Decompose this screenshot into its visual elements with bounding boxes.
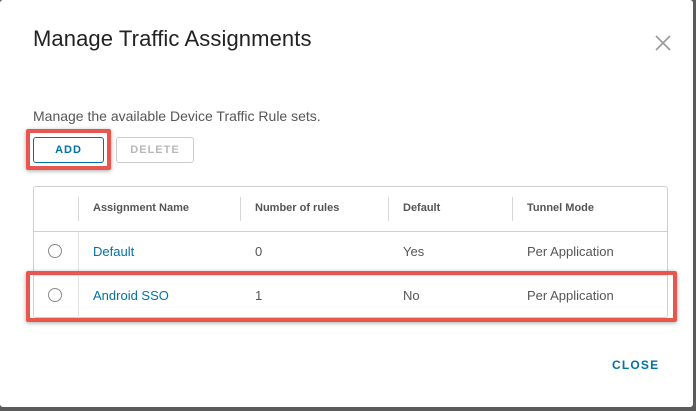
number-of-rules-cell: 0: [255, 244, 263, 259]
column-header-assignment-name[interactable]: Assignment Name: [93, 202, 189, 214]
default-cell: No: [403, 288, 420, 303]
column-separator: [240, 197, 241, 221]
assignment-name-link[interactable]: Android SSO: [93, 288, 169, 303]
column-header-default[interactable]: Default: [403, 202, 440, 214]
column-separator: [512, 197, 513, 221]
tunnel-mode-cell: Per Application: [527, 288, 614, 303]
number-of-rules-cell: 1: [255, 288, 263, 303]
default-cell: Yes: [403, 244, 425, 259]
dialog-title: Manage Traffic Assignments: [33, 26, 312, 51]
manage-traffic-assignments-dialog: Manage Traffic Assignments Manage the av…: [0, 0, 693, 407]
row-separator: [78, 232, 79, 275]
close-icon[interactable]: [652, 32, 674, 54]
column-separator: [78, 197, 79, 221]
column-header-number-of-rules[interactable]: Number of rules: [255, 202, 339, 214]
table-header: Assignment Name Number of rules Default …: [34, 187, 667, 232]
close-icon-glyph: [655, 35, 671, 51]
table-row[interactable]: Android SSO 1 No Per Application: [34, 276, 667, 319]
tunnel-mode-cell: Per Application: [527, 244, 614, 259]
row-select-radio[interactable]: [48, 288, 62, 302]
column-header-tunnel-mode[interactable]: Tunnel Mode: [527, 202, 594, 214]
close-button[interactable]: CLOSE: [612, 358, 659, 372]
row-separator: [78, 276, 79, 319]
table-row[interactable]: Default 0 Yes Per Application: [34, 232, 667, 276]
dialog-description: Manage the available Device Traffic Rule…: [33, 108, 321, 124]
add-button[interactable]: ADD: [33, 137, 104, 163]
delete-button[interactable]: DELETE: [116, 137, 194, 163]
traffic-assignments-table: Assignment Name Number of rules Default …: [33, 186, 668, 319]
assignment-name-link[interactable]: Default: [93, 244, 134, 259]
row-select-radio[interactable]: [48, 244, 62, 258]
column-separator: [388, 197, 389, 221]
